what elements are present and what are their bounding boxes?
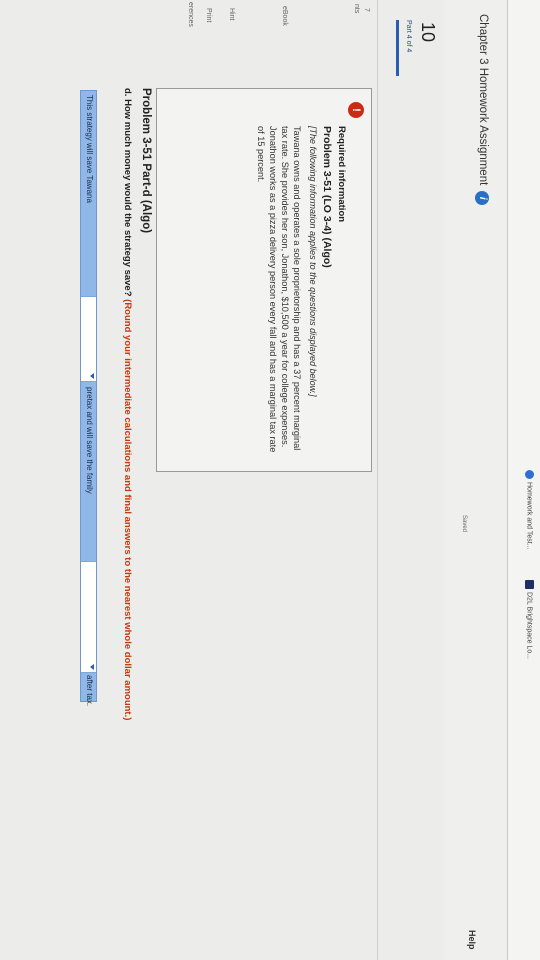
points-label: 7 (363, 8, 370, 12)
required-heading: Required information (336, 126, 347, 223)
part-d-title: Problem 3-51 Part-d (Algo) (140, 88, 152, 234)
help-link[interactable]: Help (467, 930, 477, 950)
info-body: Tawana owns and operates a sole propriet… (256, 126, 302, 453)
question-text: d. How much money would the strategy sav… (121, 88, 133, 748)
pretax-savings-input[interactable] (81, 296, 96, 382)
header-divider (377, 0, 378, 960)
bookmark-d2l[interactable]: D2L Brightspace Lo... (525, 580, 534, 659)
assignment-title: Chapter 3 Homework Assignmenti (475, 14, 489, 206)
points-label-text: nts (353, 4, 360, 14)
browser-bookmark-bar: Homework and Test... D2L Brightspace Lo.… (507, 0, 540, 960)
part-indicator: Part 4 of 4 (405, 20, 412, 53)
question-prefix: d. How much money would the strategy sav… (122, 88, 133, 297)
screen: Homework and Test... D2L Brightspace Lo.… (0, 0, 540, 960)
answer-row: This strategy will save Tawana pretax an… (80, 90, 97, 706)
info-intro: [The following information applies to th… (308, 126, 318, 397)
question-number: 10 (418, 22, 438, 43)
answer-text-2: pretax and will save the family (85, 387, 94, 494)
references-link[interactable]: erences (187, 2, 194, 27)
hint-link[interactable]: Hint (228, 8, 235, 20)
info-icon[interactable]: i (475, 191, 489, 206)
assignment-header: Chapter 3 Homework Assignmenti Saved Hel… (445, 0, 507, 960)
part-progress-bar (396, 20, 399, 76)
problem-heading: Problem 3-51 (LO 3-4) (Algo) (321, 126, 333, 268)
ebook-link[interactable]: eBook (281, 6, 288, 26)
answer-text-1: This strategy will save Tawana (85, 95, 94, 203)
print-link[interactable]: Print (205, 8, 212, 22)
aftertax-savings-input[interactable] (81, 561, 96, 673)
alert-icon: ! (348, 102, 364, 118)
d2l-icon (525, 580, 534, 589)
chevron-down-icon (90, 373, 94, 379)
bookmark-homework[interactable]: Homework and Test... (525, 470, 534, 550)
rounding-instruction: (Round your intermediate calculations an… (122, 299, 133, 721)
saved-status: Saved (461, 515, 467, 533)
chevron-down-icon (90, 664, 94, 670)
answer-text-3: after tax. (85, 675, 94, 707)
bookmark-icon (525, 470, 534, 479)
